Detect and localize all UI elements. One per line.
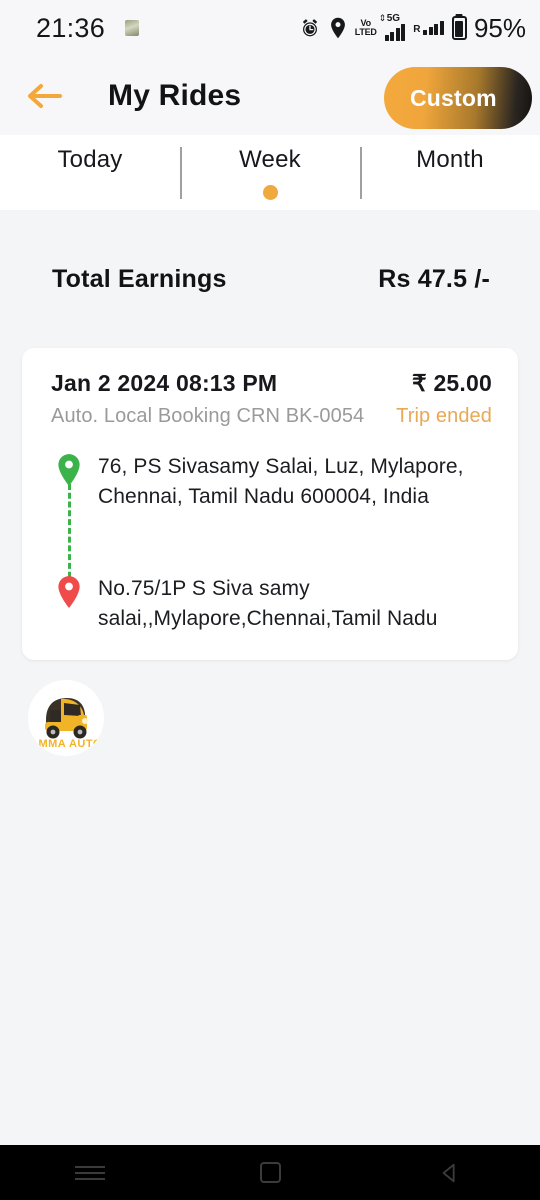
recents-button[interactable] [0,1145,180,1200]
page-title: My Rides [108,78,242,112]
battery-icon [451,16,467,40]
drop-stop: No.75/1P S Siva samy salai,,Mylapore,Che… [51,574,492,634]
pickup-address: 76, PS Sivasamy Salai, Luz, Mylapore, Ch… [98,455,464,508]
custom-filter-button[interactable]: Custom [384,67,532,129]
signal-roaming-icon: R [413,21,444,35]
ride-card[interactable]: Jan 2 2024 08:13 PM ₹ 25.00 Auto. Local … [22,348,518,660]
ride-status-badge: Trip ended [396,405,492,427]
ride-fare: ₹ 25.00 [412,370,492,396]
tab-today[interactable]: Today [0,135,180,210]
auto-rickshaw-icon: AMMA AUTO [28,680,104,756]
pickup-pin-wrapper [51,452,87,487]
amma-auto-logo: AMMA AUTO [28,680,104,756]
ride-card-subheader: Auto. Local Booking CRN BK-0054 Trip end… [51,405,492,428]
drop-address: No.75/1P S Siva samy salai,,Mylapore,Che… [98,577,438,630]
ride-booking-reference: Auto. Local Booking CRN BK-0054 [51,405,365,427]
logo-text: AMMA AUTO [30,738,102,750]
home-button[interactable] [180,1145,360,1200]
back-button[interactable] [16,68,72,124]
tab-month-label: Month [416,146,484,173]
status-bar-clock: 21:36 [36,12,106,43]
alarm-clock-icon [302,19,317,37]
signal-5g-icon: ⇕ 5G [379,13,406,41]
android-nav-bar [0,1145,540,1200]
tab-month[interactable]: Month [360,135,540,210]
total-earnings-value: Rs 47.5 /- [378,264,490,293]
home-icon [259,1162,281,1183]
drop-pin-icon [58,576,80,608]
total-earnings-label: Total Earnings [52,264,227,293]
status-bar-icons: Vo LTED ⇕ 5G R 95% [299,13,526,44]
ride-datetime: Jan 2 2024 08:13 PM [51,370,278,396]
pickup-pin-icon [58,454,80,486]
status-bar: 21:36 Vo LTED ⇕ 5G R 95% [0,0,540,56]
period-tabs: Today Week Month [0,135,540,210]
total-earnings-row: Total Earnings Rs 47.5 /- [0,210,540,348]
app-header: My Rides Custom [0,56,540,135]
drop-pin-wrapper [51,574,87,609]
battery-percent-label: 95% [473,12,526,43]
ride-card-header: Jan 2 2024 08:13 PM ₹ 25.00 [51,370,492,397]
back-icon [442,1163,455,1182]
app-screen: 21:36 Vo LTED ⇕ 5G R 95% My Rides Custom… [0,0,540,1200]
pickup-stop: 76, PS Sivasamy Salai, Luz, Mylapore, Ch… [51,452,492,512]
app-notification-icon [125,20,140,36]
recents-icon [75,1162,105,1184]
tab-today-label: Today [57,146,123,173]
ride-route: 76, PS Sivasamy Salai, Luz, Mylapore, Ch… [51,452,492,634]
nav-back-button[interactable] [360,1145,540,1200]
volte-icon: Vo LTED [354,17,377,37]
active-tab-indicator [262,185,278,200]
data-arrows-icon: ⇕ [378,13,387,23]
back-arrow-icon [28,83,62,108]
location-pin-icon [330,17,345,39]
tab-week-label: Week [239,146,301,173]
tab-week[interactable]: Week [180,135,360,210]
